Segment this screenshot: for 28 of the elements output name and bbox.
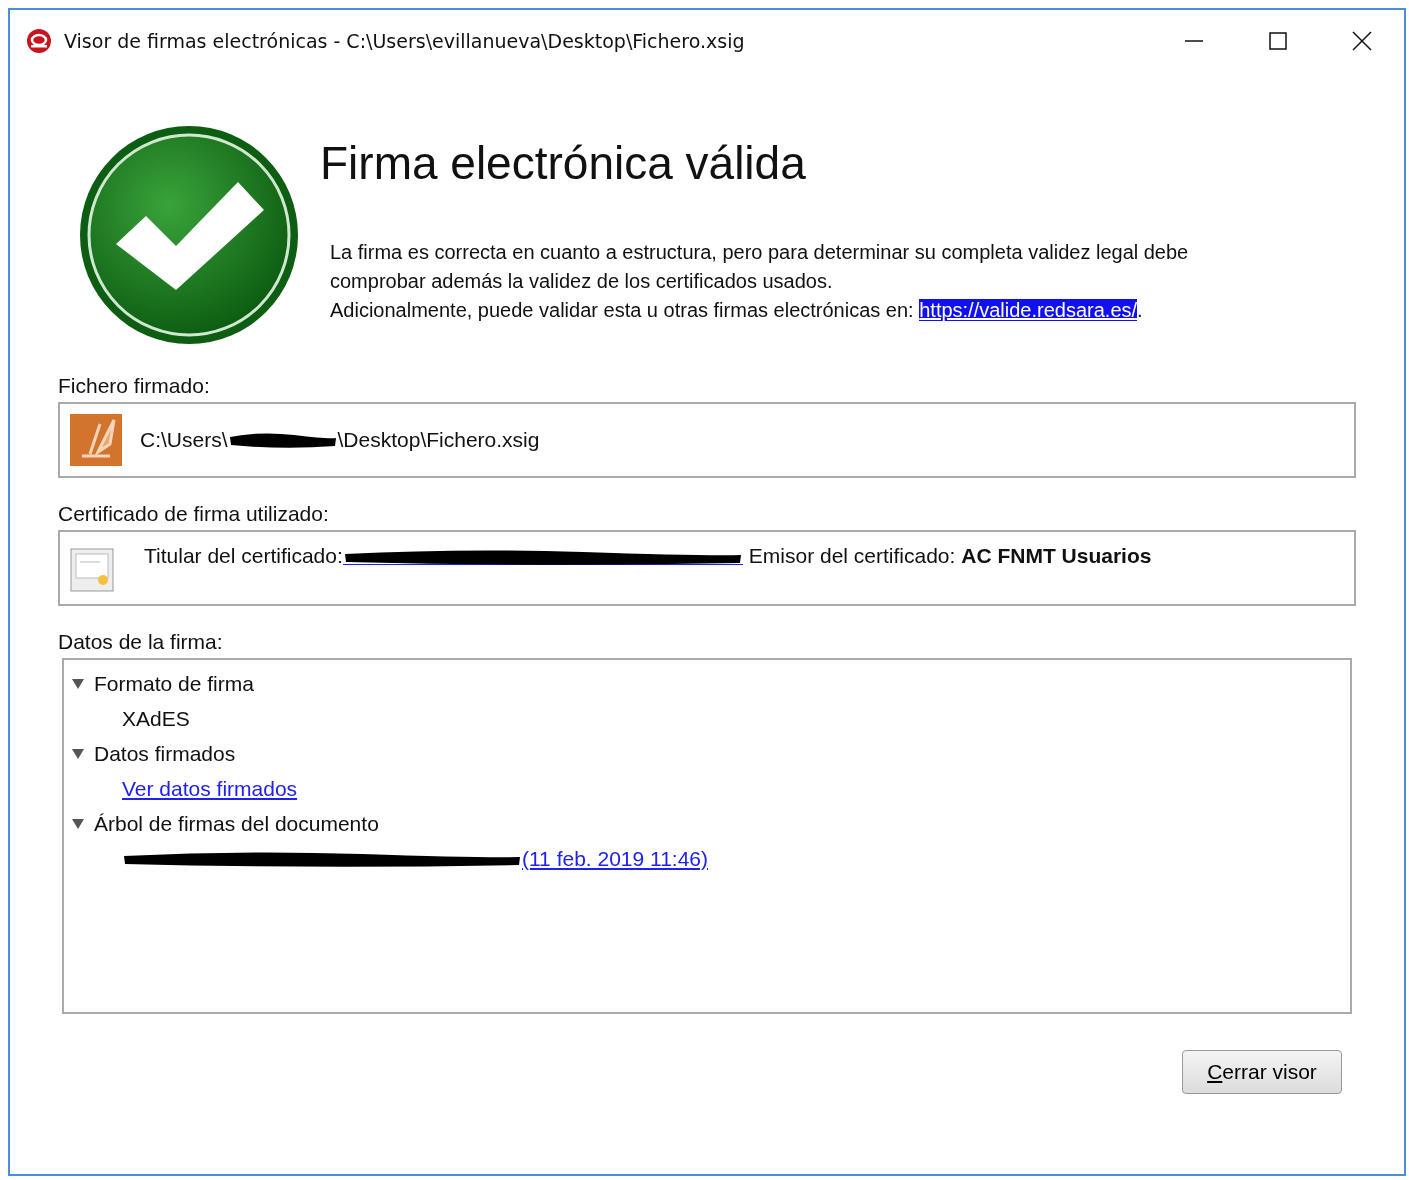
expand-icon[interactable] [72,677,84,690]
tree-value: XAdES [122,706,190,731]
holder-label: Titular del certificado: [144,544,343,568]
expand-icon[interactable] [72,747,84,760]
tree-node[interactable]: Datos firmados [94,741,236,766]
certificate-icon [70,548,114,592]
description-text: La firma es correcta en cuanto a estructura, pero para determinar su completa validez legal debe comprobar además la validez de los certificados usados. Adicionalmente, puede validar esta u otras firmas electrónicas en: https://valide.redsara.es/. [330,240,1190,323]
file-path: \Desktop\Fichero.xsig [337,428,540,452]
close-viewer-button[interactable]: Cerrar visor [1182,1050,1342,1094]
validation-link[interactable]: https://valide.redsara.es/ [919,299,1138,321]
section-label: Datos de la firma: [58,630,224,654]
document-icon [70,414,122,466]
section-label: Certificado de firma utilizado: [58,502,330,526]
tree-node[interactable]: Formato de firma [94,671,254,696]
expand-icon[interactable] [72,817,84,830]
tree-node[interactable]: Árbol de firmas del documento [94,811,379,836]
file-path: C:\Users\ [140,428,228,452]
status-heading: Firma electrónica válida [320,136,807,190]
checkmark-icon [78,124,300,346]
tree-link[interactable]: Ver datos firmados [122,776,298,801]
section-label: Fichero firmado: [58,374,211,398]
window-title: Visor de firmas electrónicas - C:\Users\evillanueva\Desktop\Fichero.xsig [64,30,746,52]
tree-link[interactable]: (11 feb. 2019 11:46) [522,846,709,871]
app-logo-icon [26,28,52,54]
close-icon [1352,31,1372,51]
issuer-text: Emisor del certificado: AC FNMT Usuarios [748,544,1152,568]
minimize-icon [1185,40,1203,42]
maximize-icon [1269,32,1287,50]
